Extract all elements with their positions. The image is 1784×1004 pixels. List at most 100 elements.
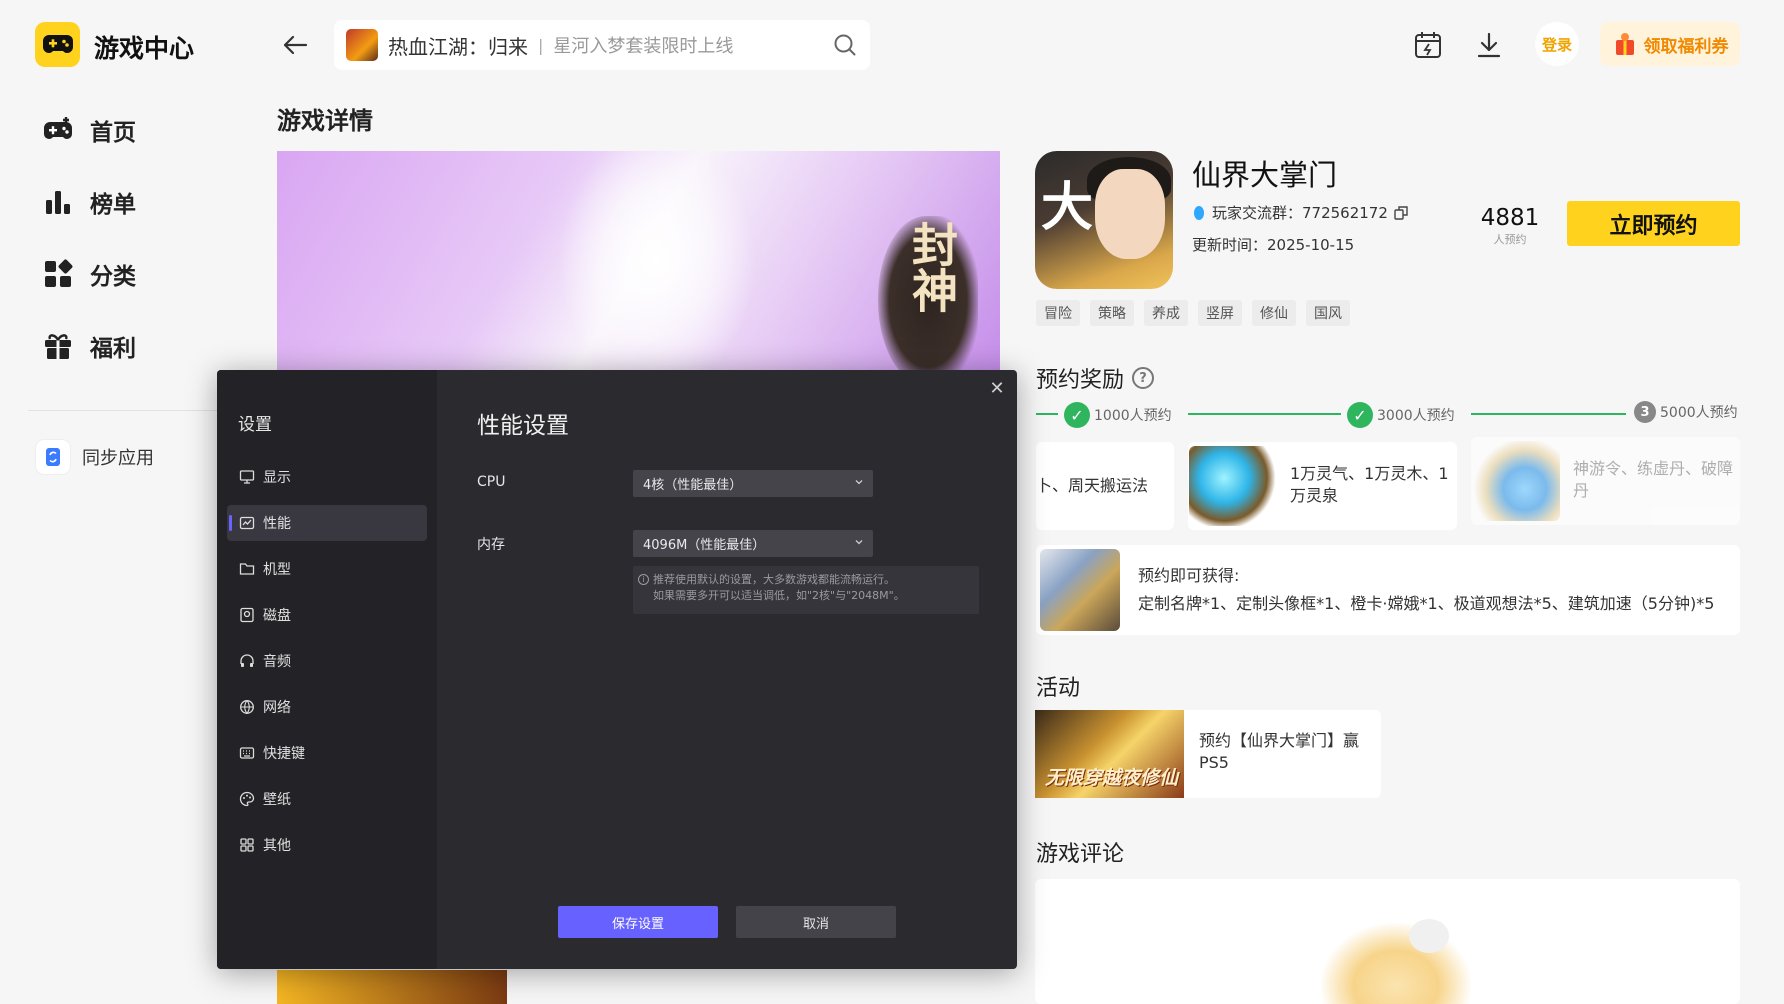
progress-line [1471, 413, 1626, 415]
calendar-icon[interactable] [1413, 30, 1443, 60]
ranking-icon [46, 191, 70, 214]
hint-line-1: 推荐使用默认的设置，大多数游戏都能流畅运行。 [653, 573, 895, 586]
settings-tab-model[interactable]: 机型 [227, 551, 427, 587]
reservation-bonus-card: 预约即可获得: 定制名牌*1、定制头像框*1、橙卡·嫦娥*1、极道观想法*5、建… [1036, 545, 1740, 635]
tag[interactable]: 竖屏 [1198, 300, 1242, 326]
milestone-label: 3000人预约 [1377, 408, 1455, 424]
reward-item-image [1189, 446, 1277, 526]
settings-tab-wallpaper[interactable]: 壁纸 [227, 781, 427, 817]
sidebar-item-label: 榜单 [90, 192, 136, 218]
gift-icon [45, 334, 71, 359]
search-game-thumbnail [346, 29, 378, 61]
search-subtext: 星河入梦套装限时上线 [553, 36, 734, 57]
game-icon: 大 [1035, 151, 1173, 289]
settings-tab-label: 壁纸 [263, 792, 291, 808]
reward-card-text: 神游令、练虚丹、破障丹 [1573, 459, 1734, 500]
settings-tab-label: 显示 [263, 470, 291, 486]
milestone-label: 5000人预约 [1660, 405, 1738, 421]
settings-tab-label: 其他 [263, 838, 291, 854]
memory-label: 内存 [477, 537, 505, 553]
game-name: 仙界大掌门 [1192, 158, 1338, 192]
cancel-button[interactable]: 取消 [736, 906, 896, 938]
settings-title: 设置 [238, 415, 272, 435]
back-arrow-icon[interactable] [280, 30, 310, 60]
gamepad-icon [44, 117, 72, 139]
settings-heading: 性能设置 [477, 413, 569, 439]
audio-icon [240, 654, 254, 667]
game-banner[interactable]: 封神 [277, 151, 1000, 373]
settings-sidebar: 设置 显示 性能 机型 磁盘 音频 网络 快捷键 壁纸 其他 [217, 370, 437, 969]
login-button[interactable]: 登录 [1535, 22, 1579, 66]
settings-tab-disk[interactable]: 磁盘 [227, 597, 427, 633]
tag[interactable]: 养成 [1144, 300, 1188, 326]
search-separator: | [538, 35, 544, 55]
reward-card-locked: 神游令、练虚丹、破障丹 [1471, 437, 1740, 525]
sync-app-button[interactable]: 同步应用 [36, 440, 154, 474]
activity-card-text: 预约【仙界大掌门】赢PS5 [1199, 731, 1360, 772]
milestone-1000: ✓ 1000人预约 [1064, 402, 1172, 428]
reward-card: 1万灵气、1万灵木、1万灵泉 [1188, 442, 1457, 530]
update-time: 更新时间：2025-10-15 [1192, 236, 1355, 254]
hint-line-2: 如果需要多开可以适当调低，如"2核"与"2048M"。 [653, 589, 905, 602]
reward-card-text: 卜、周天搬运法 [1036, 476, 1149, 495]
app-title: 游戏中心 [94, 34, 195, 63]
settings-tab-label: 快捷键 [263, 746, 305, 762]
settings-tab-other[interactable]: 其他 [227, 827, 427, 863]
folder-icon [239, 563, 255, 575]
tag[interactable]: 国风 [1306, 300, 1350, 326]
gallery-thumbnail[interactable] [277, 970, 507, 1004]
gamepad-logo-icon [42, 34, 73, 53]
disk-icon [240, 607, 254, 623]
reserve-count: 4881 人预约 [1480, 205, 1540, 247]
settings-tab-display[interactable]: 显示 [227, 459, 427, 495]
game-tags: 冒险 策略 养成 竖屏 修仙 国风 [1036, 300, 1350, 326]
settings-tab-shortcuts[interactable]: 快捷键 [227, 735, 427, 771]
app-logo [35, 22, 80, 67]
reserve-button[interactable]: 立即预约 [1567, 201, 1740, 246]
claim-coupon-button[interactable]: 领取福利券 [1600, 22, 1740, 66]
sync-label: 同步应用 [82, 448, 154, 469]
help-icon[interactable]: ? [1132, 367, 1155, 389]
tag[interactable]: 冒险 [1036, 300, 1080, 326]
keyboard-icon [239, 747, 255, 759]
save-settings-button[interactable]: 保存设置 [558, 906, 718, 938]
download-icon[interactable] [1474, 30, 1504, 60]
settings-tab-performance[interactable]: 性能 [227, 505, 427, 541]
tag[interactable]: 策略 [1090, 300, 1134, 326]
cpu-select-value: 4核（性能最佳） [643, 478, 743, 493]
sidebar-item-label: 首页 [90, 120, 136, 146]
player-group-text: 玩家交流群：772562172 [1212, 204, 1388, 222]
settings-tab-audio[interactable]: 音频 [227, 643, 427, 679]
settings-tab-label: 机型 [263, 562, 291, 578]
reserve-count-number: 4881 [1480, 205, 1540, 231]
search-bar[interactable]: 热血江湖：归来 | 星河入梦套装限时上线 [334, 20, 870, 70]
progress-line [1188, 413, 1341, 415]
sidebar-item-home[interactable]: 首页 [42, 110, 242, 150]
copy-icon[interactable] [1394, 205, 1408, 220]
settings-tab-label: 音频 [263, 654, 291, 670]
check-icon: ✓ [1064, 402, 1090, 428]
reserve-count-unit: 人预约 [1493, 233, 1527, 246]
reward-item-image [1472, 441, 1560, 521]
sidebar-item-welfare[interactable]: 福利 [42, 326, 242, 366]
sidebar-item-ranking[interactable]: 榜单 [42, 182, 242, 222]
bonus-item-image [1040, 549, 1120, 631]
milestone-5000: 3 5000人预约 [1634, 401, 1738, 423]
cpu-select[interactable]: 4核（性能最佳） [633, 470, 873, 497]
bonus-title: 预约即可获得: [1138, 566, 1240, 585]
sidebar-item-label: 福利 [90, 336, 136, 362]
chevron-down-icon [855, 480, 863, 485]
reward-section-header: 预约奖励 ? [1036, 362, 1155, 394]
close-icon[interactable]: ✕ [987, 378, 1007, 399]
sidebar-item-category[interactable]: 分类 [42, 254, 242, 294]
check-icon: ✓ [1347, 402, 1373, 428]
activity-image: 无限穿越夜修仙 [1035, 710, 1184, 798]
review-card [1035, 879, 1740, 1004]
memory-select[interactable]: 4096M（性能最佳） [633, 530, 873, 557]
sidebar-item-label: 分类 [90, 264, 136, 290]
step-number: 3 [1634, 401, 1656, 423]
settings-tab-network[interactable]: 网络 [227, 689, 427, 725]
tag[interactable]: 修仙 [1252, 300, 1296, 326]
reward-card: 卜、周天搬运法 [1036, 442, 1174, 530]
search-icon[interactable] [832, 32, 858, 58]
